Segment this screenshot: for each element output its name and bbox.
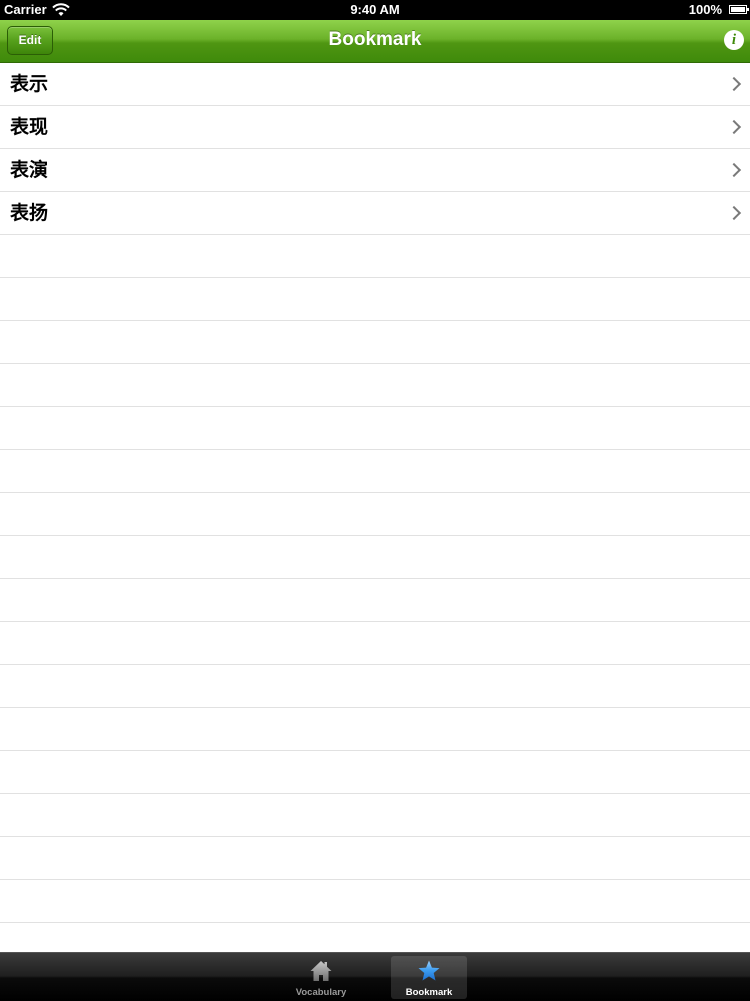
navigation-bar: Edit Bookmark i — [0, 20, 750, 63]
page-title: Bookmark — [328, 29, 422, 50]
chevron-right-icon — [726, 76, 742, 92]
list-item-label: 表演 — [10, 159, 49, 181]
chevron-right-icon — [726, 119, 742, 135]
chevron-right-icon — [726, 162, 742, 178]
list-item-label: 表现 — [10, 116, 49, 138]
home-icon — [310, 961, 332, 981]
tab-label: Vocabulary — [295, 987, 347, 998]
tab-bar: Vocabulary Bookmark — [0, 952, 750, 1001]
tab-bookmark[interactable]: Bookmark — [391, 956, 467, 999]
battery-icon — [729, 5, 749, 14]
chevron-right-icon — [726, 205, 742, 221]
tab-vocabulary[interactable]: Vocabulary — [283, 956, 359, 999]
list-item[interactable]: 表演 — [0, 149, 750, 192]
status-bar: Carrier 9:40 AM 100% — [0, 0, 750, 20]
tab-label: Bookmark — [405, 987, 453, 998]
list-item-label: 表示 — [10, 73, 49, 95]
star-icon — [418, 960, 440, 981]
list-item[interactable]: 表现 — [0, 106, 750, 149]
list-item[interactable]: 表扬 — [0, 192, 750, 235]
list-item[interactable]: 表示 — [0, 63, 750, 106]
status-time: 9:40 AM — [350, 2, 400, 17]
info-icon[interactable]: i — [724, 30, 744, 50]
info-glyph: i — [731, 32, 737, 48]
list-item-label: 表扬 — [10, 202, 49, 224]
bookmark-list: 表示 表现 表演 表扬 — [0, 63, 750, 952]
battery-percentage: 100% — [688, 2, 722, 17]
